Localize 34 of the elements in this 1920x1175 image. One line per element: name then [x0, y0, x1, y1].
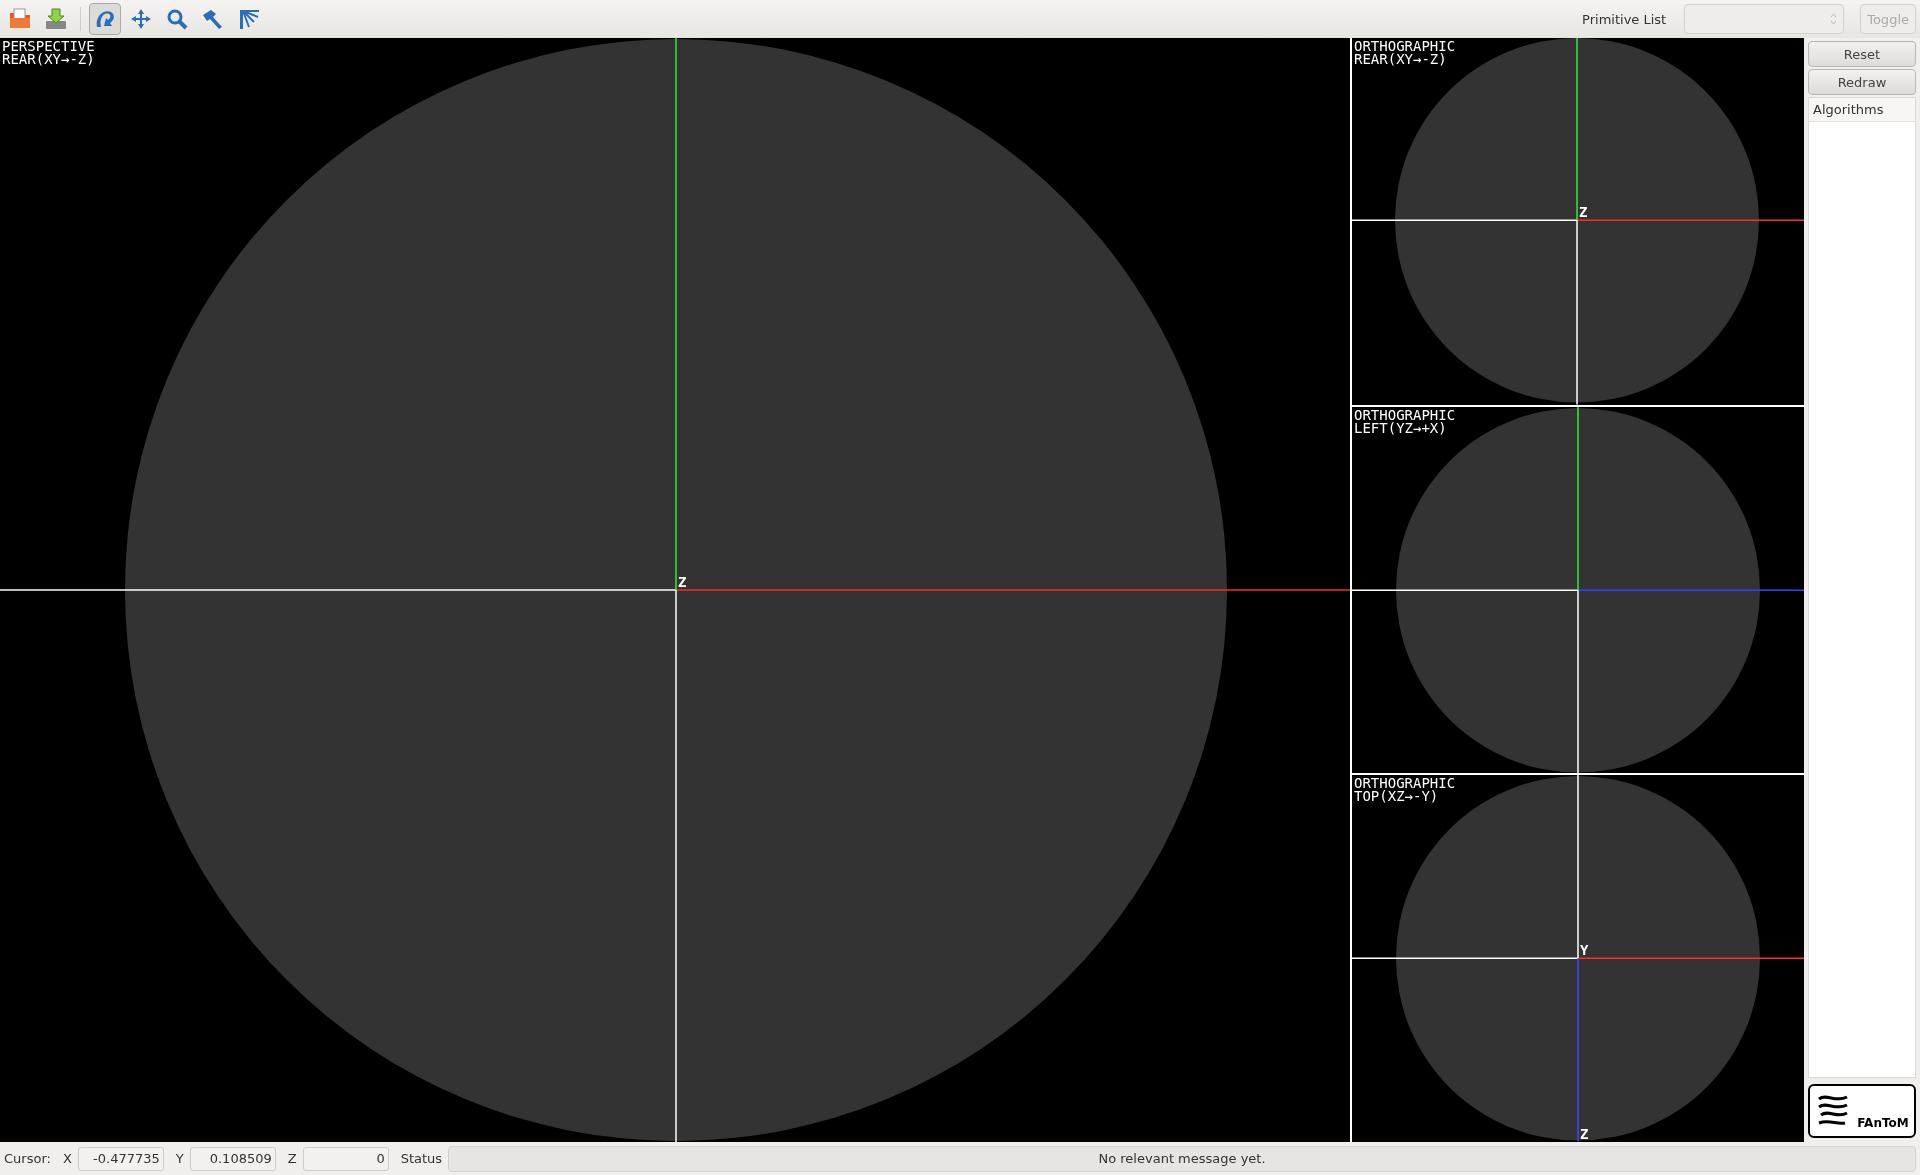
logo-text: FAnToM	[1857, 1116, 1909, 1130]
perspective-viewport[interactable]: Z PERSPECTIVE REAR(XY→-Z)	[0, 38, 1352, 1142]
drive-download-icon	[44, 7, 68, 31]
toolbar-button[interactable]	[89, 3, 121, 35]
hammer-icon	[201, 7, 225, 31]
coordinate-label: Z	[287, 1151, 297, 1166]
viewport-label: ORTHOGRAPHIC LEFT(YZ→+X)	[1354, 408, 1456, 435]
spin-arrows-icon	[1830, 13, 1838, 25]
panel-button[interactable]: Reset	[1808, 41, 1916, 67]
coordinate-label: X	[62, 1151, 72, 1166]
axis-label: Z	[1580, 1125, 1589, 1142]
status-label: Status	[400, 1151, 443, 1166]
search-icon	[165, 7, 189, 31]
orthographic-viewport[interactable]: Y Z ORTHOGRAPHIC TOP(XZ→-Y)	[1352, 775, 1804, 1142]
viewport-label: ORTHOGRAPHIC REAR(XY→-Z)	[1354, 40, 1456, 66]
coordinate-field[interactable]: -0.477735	[77, 1146, 164, 1171]
coordinate-field[interactable]: 0.108509	[189, 1146, 276, 1171]
axis-label: Y	[1580, 942, 1589, 959]
light-rays-icon	[237, 7, 261, 31]
primitive-list-label: Primitive List	[1582, 11, 1667, 27]
status-message: No relevant message yet.	[448, 1145, 1916, 1172]
list-header: Algorithms	[1809, 98, 1915, 122]
orthographic-viewport[interactable]: Z ORTHOGRAPHIC REAR(XY→-Z)	[1352, 38, 1804, 405]
axis-label: Z	[1579, 204, 1588, 221]
viewport-label: ORTHOGRAPHIC TOP(XZ→-Y)	[1354, 777, 1456, 804]
folder-icon	[8, 7, 32, 31]
orthographic-viewport[interactable]: ORTHOGRAPHIC LEFT(YZ→+X)	[1352, 406, 1804, 774]
axis-label: Z	[678, 574, 687, 590]
panel-button[interactable]: Redraw	[1808, 69, 1916, 95]
coordinate-field[interactable]: 0	[302, 1146, 389, 1171]
move-arrows-icon	[129, 7, 153, 31]
viewport-label: PERSPECTIVE REAR(XY→-Z)	[2, 40, 95, 66]
cursor-label: Cursor:	[4, 1151, 51, 1166]
coordinate-label: Y	[175, 1151, 184, 1166]
